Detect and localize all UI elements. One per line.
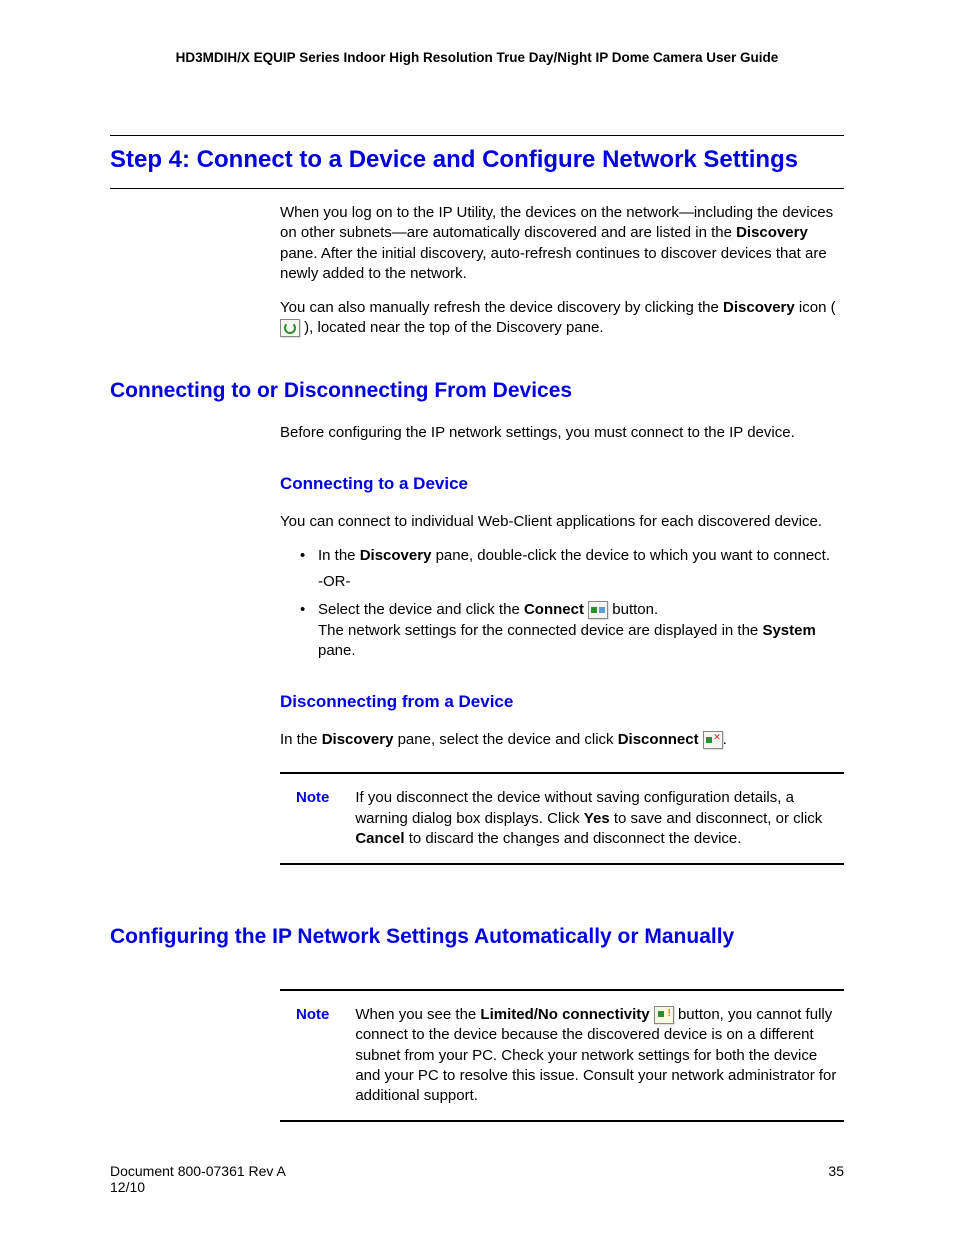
bold-connect: Connect [524,601,584,618]
refresh-icon [280,319,300,337]
page-number: 35 [828,1163,844,1195]
bold-cancel: Cancel [355,830,404,847]
bold-system: System [762,622,815,639]
text: button. [608,601,658,618]
text: The network settings for the connected d… [318,622,762,639]
title-rule-top [110,135,844,136]
limited-connectivity-icon [654,1006,674,1024]
bold-yes: Yes [584,810,610,827]
section-heading-configuring: Configuring the IP Network Settings Auto… [110,925,844,949]
note-block: Note When you see the Limited/No connect… [280,989,844,1122]
note-block: Note If you disconnect the device withou… [280,772,844,865]
text: . [723,731,727,748]
connect-icon [588,601,608,619]
text: When you see the [355,1006,480,1023]
bold-disconnect: Disconnect [618,731,699,748]
connect-lead: Before configuring the IP network settin… [280,423,844,443]
text: to discard the changes and disconnect th… [405,830,742,847]
page-footer: Document 800-07361 Rev A 12/10 35 [110,1163,844,1195]
note-text: If you disconnect the device without sav… [355,788,844,849]
subsection-disconnecting: Disconnecting from a Device [280,691,844,714]
text: pane, select the device and click [393,731,617,748]
doc-number: Document 800-07361 Rev A [110,1163,286,1179]
text: pane, double-click the device to which y… [431,547,830,564]
text: In the [318,547,360,564]
or-separator: -OR- [318,572,844,592]
bullet-item: In the Discovery pane, double-click the … [300,546,844,593]
bullet-item: Select the device and click the Connect … [300,600,844,661]
intro-paragraph-2: You can also manually refresh the device… [280,298,844,339]
bold-discovery: Discovery [360,547,432,564]
page-header: HD3MDIH/X EQUIP Series Indoor High Resol… [110,50,844,65]
bold-discovery: Discovery [736,224,808,241]
text: pane. [318,642,356,659]
step-title: Step 4: Connect to a Device and Configur… [110,146,844,174]
disconnect-icon [703,731,723,749]
note-label: Note [280,788,329,849]
text: pane. After the initial discovery, auto-… [280,245,827,282]
text: ), located near the top of the Discovery… [300,319,604,336]
title-rule-bottom [110,188,844,189]
text: In the [280,731,322,748]
bold-discovery: Discovery [723,299,795,316]
note-label: Note [280,1005,329,1106]
note-text: When you see the Limited/No connectivity… [355,1005,844,1106]
connect-subtext: You can connect to individual Web-Client… [280,512,844,532]
bold-discovery: Discovery [322,731,394,748]
text: to save and disconnect, or click [610,810,823,827]
text: You can also manually refresh the device… [280,299,723,316]
doc-date: 12/10 [110,1179,145,1195]
section-heading-connecting: Connecting to or Disconnecting From Devi… [110,379,844,403]
bold-limited: Limited/No connectivity [480,1006,649,1023]
footer-left: Document 800-07361 Rev A 12/10 [110,1163,286,1195]
text: icon ( [795,299,836,316]
subsection-connecting: Connecting to a Device [280,473,844,496]
disconnect-text: In the Discovery pane, select the device… [280,730,844,750]
text: Select the device and click the [318,601,524,618]
intro-paragraph-1: When you log on to the IP Utility, the d… [280,203,844,284]
